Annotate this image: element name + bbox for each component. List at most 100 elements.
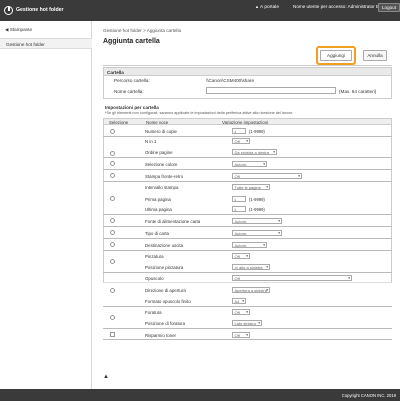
chevron-down-icon: ▾ (348, 276, 350, 280)
row-label-paper-type: Tipo di carta (145, 231, 169, 236)
sidebar-item-hot-folder[interactable]: Gestione hot folder (0, 38, 92, 49)
chevron-down-icon: ▾ (246, 310, 248, 314)
paper-type-select[interactable]: Autom. ▾ (232, 230, 282, 236)
user-info: Nome utente per accesso: Administrator E… (293, 4, 384, 9)
booklet-select[interactable]: Off ▾ (232, 275, 352, 281)
punch-position-select[interactable]: Lato sinistro ▾ (232, 320, 262, 326)
row-label-print-range: Intervallo stampa (145, 185, 179, 190)
folder-name-label: Nome cartella: (114, 89, 144, 94)
row-label-output: Destinazione uscita (145, 243, 184, 248)
row-label-booklet: Opuscolo (145, 276, 164, 281)
chevron-down-icon: ▾ (278, 219, 280, 223)
portal-link[interactable]: ▲ A portale (255, 4, 279, 10)
select-radio[interactable] (110, 129, 115, 134)
row-label-n-in-1: N in 1 (145, 139, 157, 144)
cancel-button[interactable]: Annulla (363, 50, 387, 61)
chevron-down-icon: ▾ (242, 299, 244, 303)
portal-label: A portale (260, 5, 279, 10)
page-order-select[interactable]: Da sinistra a destra ▾ (232, 149, 277, 155)
opening-direction-select[interactable]: Apertura a sinistra ▾ (232, 287, 270, 293)
row-divider (103, 226, 392, 227)
copies-input[interactable]: 1 (232, 128, 246, 134)
chevron-down-icon: ▾ (266, 265, 268, 269)
select-checkbox[interactable] (110, 332, 115, 337)
select-radio[interactable] (110, 315, 115, 320)
staple-select[interactable]: Off ▾ (232, 253, 250, 259)
folder-section-title: Cartella (104, 68, 391, 76)
row-divider (103, 181, 392, 182)
booklet-size-select[interactable]: A4 ▾ (232, 298, 246, 304)
row-label-copies: Numero di copie (145, 129, 177, 134)
first-page-range: (1-9999) (249, 197, 265, 202)
logout-button[interactable]: Logout (378, 3, 400, 12)
folder-name-hint: (Max. 64 caratteri) (339, 89, 377, 94)
main-content: Gestione hot folder > Aggiunta cartella … (92, 21, 400, 389)
back-to-printer-link[interactable]: ◀ Stampante (5, 27, 32, 33)
row-divider (103, 250, 392, 251)
folder-section: Cartella (103, 67, 392, 99)
chevron-down-icon: ▾ (278, 231, 280, 235)
row-label-page-order: Ordine pagine (145, 150, 173, 155)
copyright: Copyright CANON INC. 2019 (341, 392, 396, 398)
row-label-toner-save: Risparmio toner (145, 333, 176, 338)
row-label-first-page: Prima pagina (145, 197, 171, 202)
select-radio[interactable] (110, 151, 115, 156)
select-radio[interactable] (110, 218, 115, 223)
print-settings-title: Impostazioni per cartella (105, 105, 159, 110)
row-label-punch-position: Posizione di foratura (145, 321, 186, 326)
folder-name-input[interactable] (206, 87, 336, 94)
row-label-booklet-size: Formato opuscolo finito (145, 299, 191, 304)
row-divider (103, 306, 392, 307)
chevron-down-icon: ▾ (266, 288, 268, 292)
row-divider (103, 157, 392, 158)
divider (103, 65, 392, 66)
paper-source-select[interactable]: Autom. ▾ (232, 218, 282, 224)
app-logo-icon (4, 6, 13, 15)
breadcrumb: Gestione hot folder > Aggiunta cartella (103, 28, 182, 33)
row-label-staple: Pinzatura (145, 254, 164, 259)
back-arrow-icon: ◀ (5, 27, 9, 32)
chevron-down-icon: ▾ (263, 243, 265, 247)
n-in-1-select[interactable]: Off ▾ (232, 138, 250, 144)
chevron-down-icon: ▾ (246, 139, 248, 143)
select-radio[interactable] (110, 173, 115, 178)
back-label: Stampante (9, 27, 33, 32)
toner-save-select[interactable]: Off ▾ (232, 332, 250, 338)
row-label-opening-direction: Direzione di apertura (145, 288, 186, 293)
print-range-select[interactable]: Tutte le pagine ▾ (232, 184, 270, 190)
color-select[interactable]: Autom. ▾ (232, 161, 267, 167)
first-page-input[interactable]: 1 (232, 196, 246, 202)
chevron-down-icon: ▾ (263, 162, 265, 166)
select-radio[interactable] (110, 230, 115, 235)
chevron-down-icon: ▾ (258, 321, 260, 325)
settings-table-header: Selezione Nome voce Variazione impostazi… (103, 118, 392, 125)
output-select[interactable]: Autom. ▾ (232, 242, 267, 248)
select-radio[interactable] (110, 288, 115, 293)
select-radio[interactable] (110, 196, 115, 201)
print-settings-note: *Se gli elementi non configurati, sarann… (105, 111, 294, 115)
back-to-top-icon[interactable]: ▲ (103, 374, 109, 380)
chevron-down-icon: ▾ (266, 185, 268, 189)
staple-position-select[interactable]: In alto a sinistra ▾ (232, 264, 270, 270)
footer: Copyright CANON INC. 2019 (0, 389, 400, 401)
duplex-select[interactable]: Off ▾ (232, 173, 302, 179)
row-label-paper-source: Fonte di alimentazione carta (145, 219, 201, 224)
row-divider (103, 169, 392, 170)
last-page-input[interactable]: 1 (232, 206, 246, 212)
select-radio[interactable] (110, 242, 115, 247)
row-divider (103, 136, 392, 137)
add-button[interactable]: Aggiungi (320, 50, 352, 61)
punch-select[interactable]: Off ▾ (232, 309, 250, 315)
row-divider (103, 339, 392, 340)
copies-range: (1-9999) (249, 129, 265, 134)
row-label-color: Selezione colore (145, 162, 178, 167)
app-title: Gestione hot folder (16, 7, 64, 13)
select-radio[interactable] (110, 161, 115, 166)
sidebar: ◀ Stampante Gestione hot folder (0, 21, 92, 389)
select-radio[interactable] (110, 259, 115, 264)
last-page-range: (1-9999) (249, 207, 265, 212)
row-divider (103, 214, 392, 215)
chevron-down-icon: ▾ (246, 254, 248, 258)
chevron-down-icon: ▾ (246, 333, 248, 337)
folder-path-value: \\Canon\CSM400\share (206, 78, 255, 83)
